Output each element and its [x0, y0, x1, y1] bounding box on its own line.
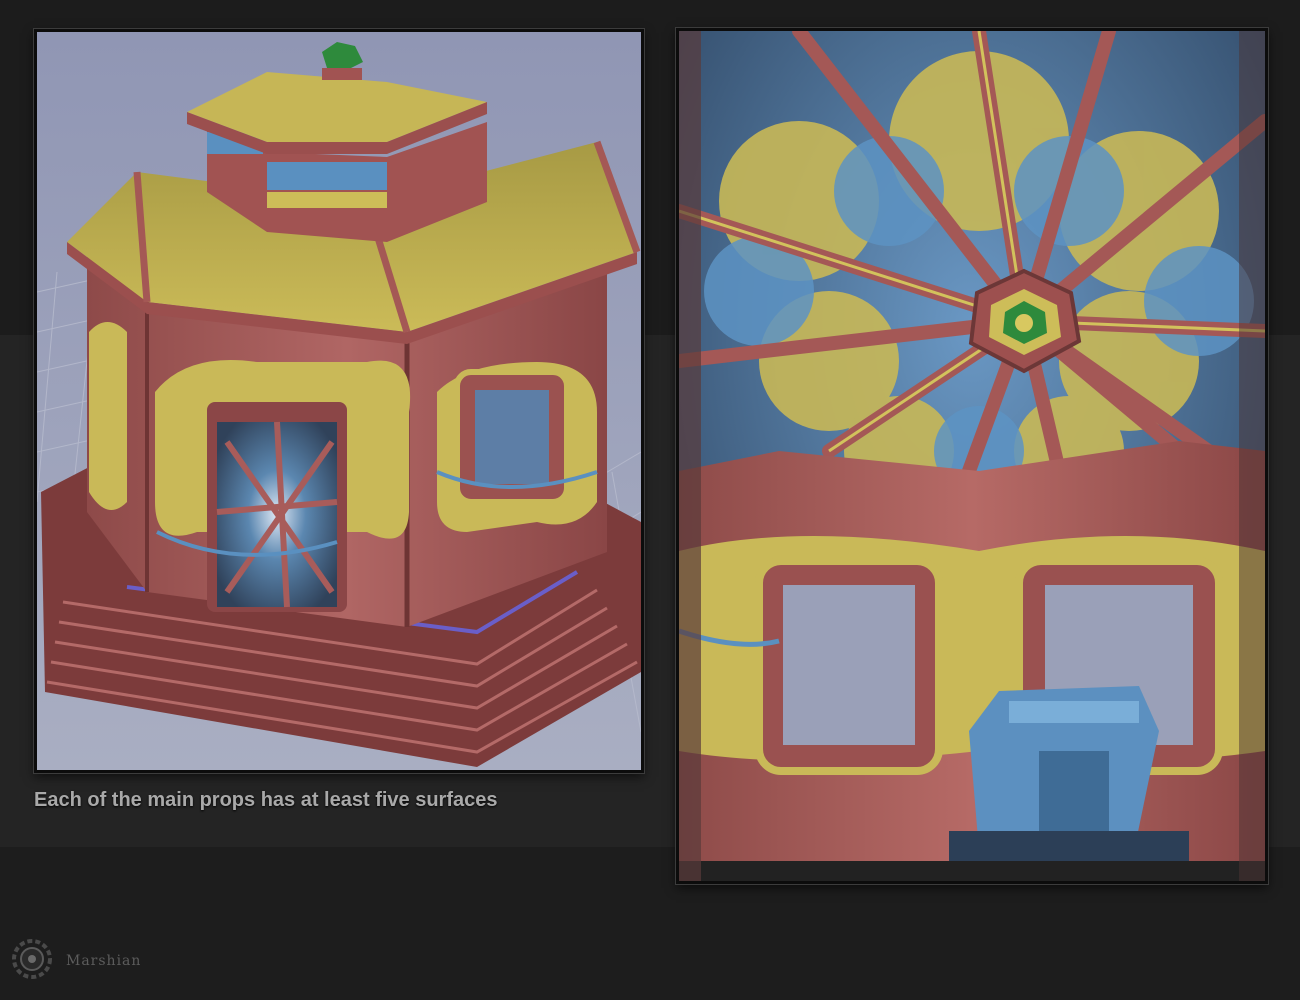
gear-icon	[12, 939, 52, 979]
pavilion-exterior-image	[34, 29, 644, 773]
brand-logo: Marshian	[10, 935, 160, 985]
pavilion-ceiling-image	[676, 28, 1268, 884]
caption-text: Each of the main props has at least five…	[34, 789, 498, 811]
brand-name: Marshian	[66, 953, 142, 969]
